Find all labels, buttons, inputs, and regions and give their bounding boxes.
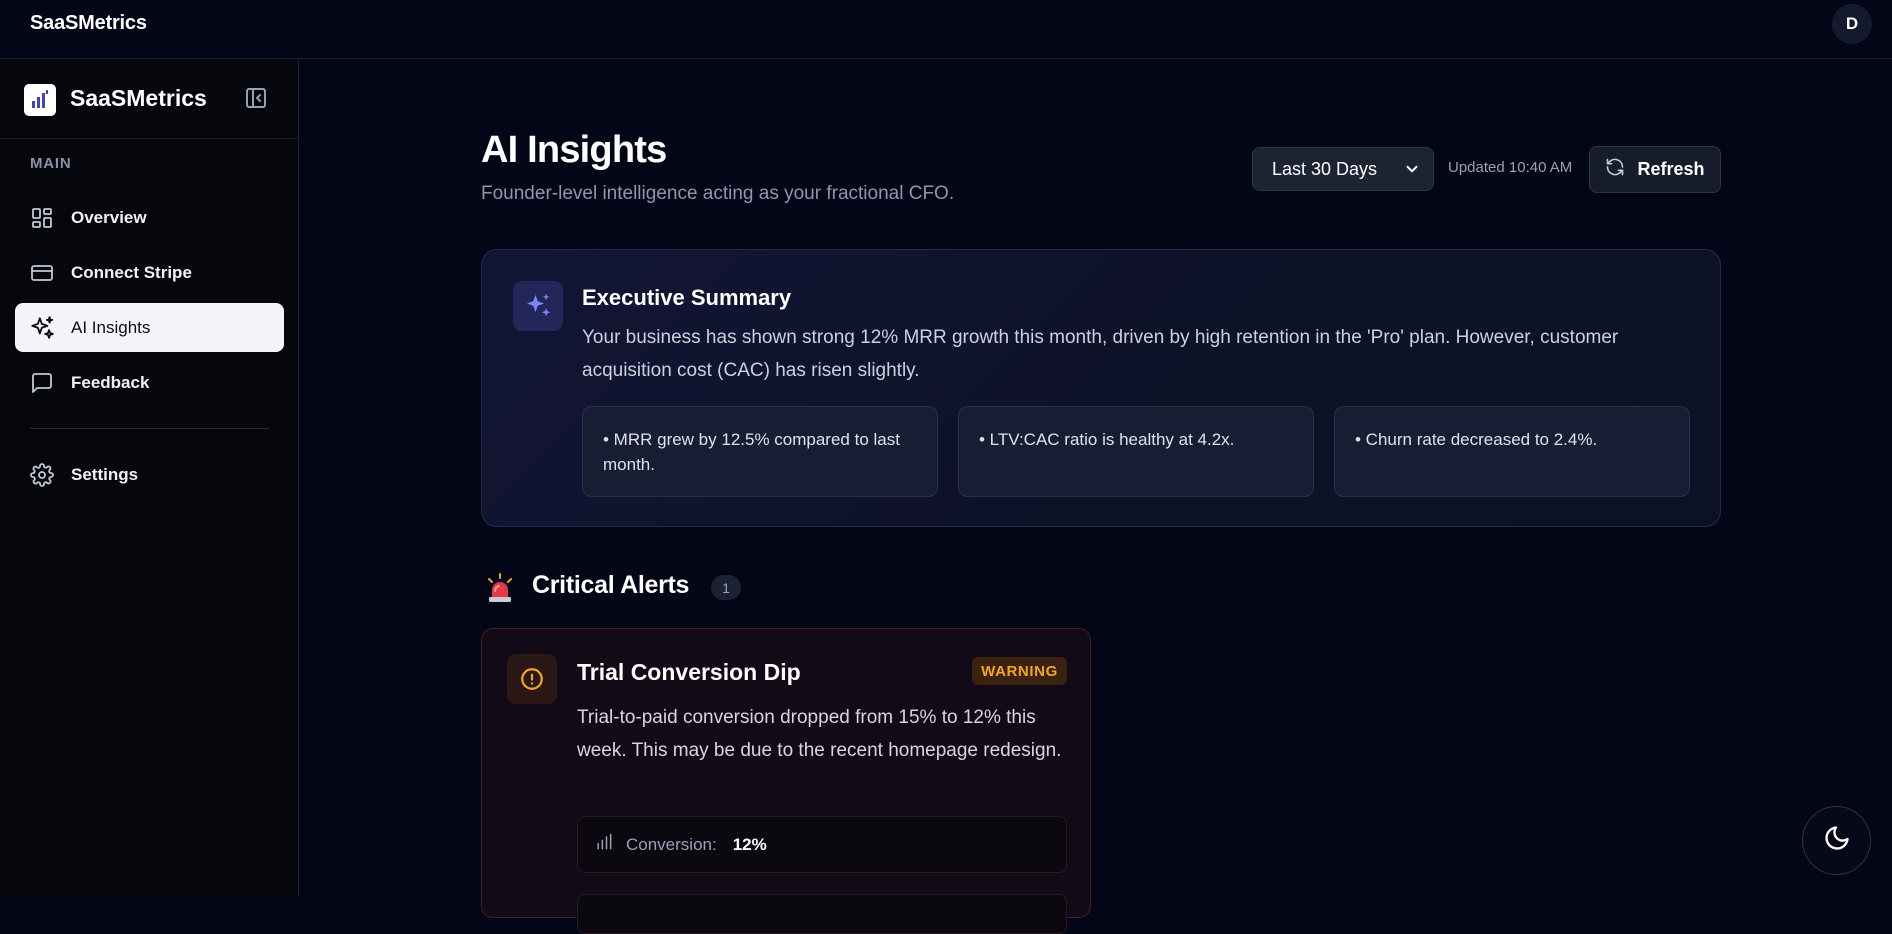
sidebar-item-connect-stripe[interactable]: Connect Stripe	[15, 248, 284, 297]
summary-point: • Churn rate decreased to 2.4%.	[1334, 406, 1690, 497]
siren-icon	[484, 570, 516, 606]
top-bar: SaaSMetrics D	[0, 0, 1892, 59]
metric-value: 12%	[732, 834, 767, 854]
bar-chart-icon	[594, 832, 614, 857]
sidebar-divider	[30, 428, 269, 429]
sparkles-icon	[29, 315, 55, 341]
severity-badge: WARNING	[972, 657, 1067, 685]
executive-summary-title: Executive Summary	[582, 285, 792, 310]
sidebar-item-label: Overview	[71, 207, 147, 227]
grid-icon	[29, 205, 55, 231]
alert-card[interactable]: Trial Conversion Dip WARNING Trial-to-pa…	[481, 628, 1091, 934]
last-updated-text: Updated 10:40 AM	[1448, 159, 1573, 176]
sidebar-item-label: Connect Stripe	[71, 262, 192, 282]
refresh-button[interactable]: Refresh	[1589, 146, 1721, 193]
critical-alerts-title: Critical Alerts	[532, 571, 690, 599]
date-range-select[interactable]: Last 30 Days	[1252, 147, 1434, 191]
alerts-count-badge: 1	[711, 575, 741, 600]
sidebar-brand: SaaSMetrics	[70, 85, 207, 111]
sidebar: SaaSMetrics MAIN Overview Connect Stripe	[0, 59, 299, 897]
alert-description: Trial-to-paid conversion dropped from 15…	[577, 707, 1062, 761]
sidebar-item-label: AI Insights	[71, 317, 151, 337]
executive-summary-text: Your business has shown strong 12% MRR g…	[582, 327, 1619, 381]
sidebar-item-ai-insights[interactable]: AI Insights	[15, 303, 284, 352]
app-brand[interactable]: SaaSMetrics	[30, 12, 147, 35]
message-square-icon	[29, 370, 55, 396]
refresh-label: Refresh	[1637, 159, 1705, 179]
sidebar-item-label: Settings	[71, 464, 139, 484]
sidebar-header: SaaSMetrics	[0, 59, 299, 139]
sidebar-section-label: MAIN	[30, 155, 72, 172]
user-avatar[interactable]: D	[1832, 4, 1872, 44]
refresh-icon	[1605, 157, 1625, 182]
alert-title: Trial Conversion Dip	[577, 659, 801, 685]
page-subtitle: Founder-level intelligence acting as you…	[481, 183, 955, 204]
alert-circle-icon	[507, 654, 557, 704]
alert-metric	[577, 894, 1067, 934]
sidebar-item-settings[interactable]: Settings	[15, 450, 284, 499]
sidebar-item-feedback[interactable]: Feedback	[15, 358, 284, 407]
metric-label: Conversion:	[626, 834, 717, 854]
sidebar-item-overview[interactable]: Overview	[15, 193, 284, 242]
gear-icon	[29, 462, 55, 488]
executive-summary-card: Executive Summary Your business has show…	[481, 249, 1721, 527]
collapse-sidebar-icon[interactable]	[244, 86, 268, 110]
summary-point: • LTV:CAC ratio is healthy at 4.2x.	[958, 406, 1314, 497]
date-range-value: Last 30 Days	[1272, 158, 1378, 179]
sparkles-icon	[513, 281, 563, 331]
sidebar-item-label: Feedback	[71, 372, 150, 392]
theme-toggle-button[interactable]	[1802, 806, 1871, 875]
chevron-down-icon	[1403, 160, 1421, 178]
moon-icon	[1823, 824, 1851, 857]
alert-metric: Conversion: 12%	[577, 816, 1067, 873]
page-title: AI Insights	[481, 129, 667, 171]
summary-point: • MRR grew by 12.5% compared to last mon…	[582, 406, 938, 497]
logo-icon	[24, 84, 56, 116]
credit-card-icon	[29, 260, 55, 286]
